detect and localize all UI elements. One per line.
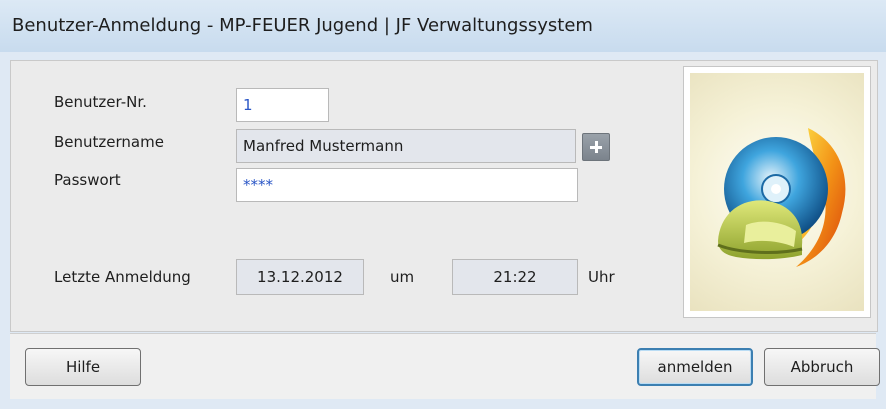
at-label: um: [390, 268, 415, 286]
last-login-time-field: 21:22: [452, 259, 578, 295]
password-label: Passwort: [54, 171, 121, 189]
user-no-field[interactable]: 1: [236, 88, 329, 122]
last-login-date-field: 13.12.2012: [236, 259, 364, 295]
window-title: Benutzer-Anmeldung - MP-FEUER Jugend | J…: [12, 15, 593, 36]
cancel-button[interactable]: Abbruch: [764, 348, 880, 386]
help-button[interactable]: Hilfe: [25, 348, 141, 386]
username-field[interactable]: Manfred Mustermann: [236, 129, 576, 163]
user-no-label: Benutzer-Nr.: [54, 93, 147, 111]
add-user-button[interactable]: [582, 133, 610, 161]
login-button[interactable]: anmelden: [637, 348, 753, 386]
last-login-label: Letzte Anmeldung: [54, 268, 191, 286]
logo-frame: [683, 66, 871, 318]
password-field[interactable]: ****: [236, 168, 578, 202]
title-bar: Benutzer-Anmeldung - MP-FEUER Jugend | J…: [0, 0, 886, 53]
mp-feuer-logo-icon: [717, 128, 846, 267]
hour-label: Uhr: [588, 268, 615, 286]
username-label: Benutzername: [54, 133, 164, 151]
logo-background: [690, 73, 864, 311]
